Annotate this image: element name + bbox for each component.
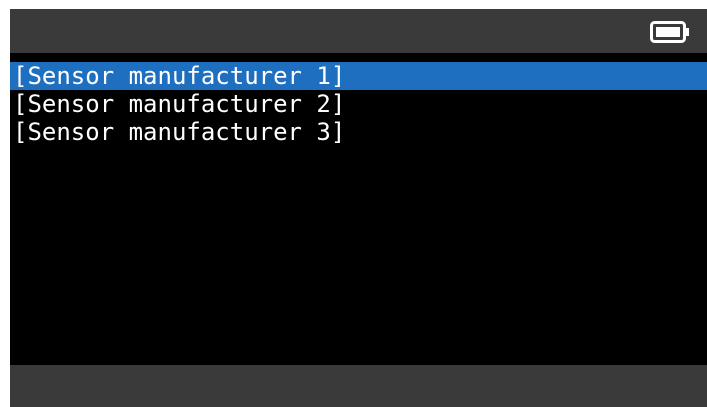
list-item[interactable]: [Sensor manufacturer 3] bbox=[10, 118, 707, 146]
battery-icon bbox=[650, 21, 689, 43]
manufacturer-list: [Sensor manufacturer 1] [Sensor manufact… bbox=[10, 62, 707, 146]
top-status-bar bbox=[10, 9, 707, 53]
list-item[interactable]: [Sensor manufacturer 1] bbox=[10, 62, 707, 90]
list-item[interactable]: [Sensor manufacturer 2] bbox=[10, 90, 707, 118]
device-frame: [Sensor manufacturer 1] [Sensor manufact… bbox=[0, 0, 707, 407]
bottom-bar bbox=[10, 365, 707, 407]
screen: [Sensor manufacturer 1] [Sensor manufact… bbox=[10, 9, 707, 407]
